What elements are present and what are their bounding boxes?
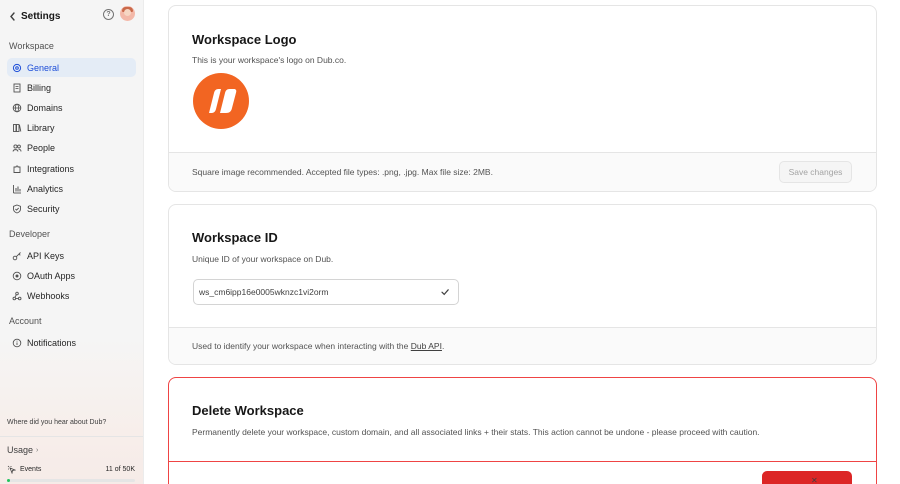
card-description: This is your workspace's logo on Dub.co.	[192, 55, 347, 65]
sidebar-item-label: Integrations	[27, 163, 75, 174]
chart-icon	[11, 183, 22, 194]
sidebar-item-security[interactable]: Security	[7, 199, 136, 218]
copied-check-icon[interactable]	[440, 287, 450, 297]
workspace-logo-card: Workspace Logo This is your workspace's …	[168, 5, 877, 192]
events-count: 11 of 50K	[105, 466, 135, 473]
id-footer-text: Used to identify your workspace when int…	[192, 341, 444, 351]
card-title: Workspace ID	[192, 230, 278, 245]
sidebar-item-label: General	[27, 62, 60, 73]
receipt-icon	[11, 82, 22, 93]
sidebar-title: Settings	[21, 10, 61, 22]
events-progress-bar	[7, 479, 135, 482]
events-progress-fill	[7, 479, 10, 482]
close-icon[interactable]: ✕	[811, 476, 818, 484]
sidebar-item-billing[interactable]: Billing	[7, 78, 136, 97]
help-icon[interactable]: ?	[103, 9, 114, 20]
avatar[interactable]	[120, 6, 135, 21]
workspace-id-card: Workspace ID Unique ID of your workspace…	[168, 204, 877, 365]
section-account: Account	[9, 316, 42, 326]
settings-sidebar: Settings ? Workspace General Billing Dom…	[0, 0, 144, 484]
sidebar-divider	[0, 436, 143, 437]
section-developer: Developer	[9, 229, 51, 239]
chevron-right-icon: ›	[36, 446, 39, 454]
dub-api-link[interactable]: Dub API	[411, 341, 442, 351]
section-workspace: Workspace	[9, 41, 54, 51]
sidebar-item-label: Webhooks	[27, 290, 70, 301]
users-icon	[11, 142, 22, 153]
sidebar-item-label: People	[27, 142, 56, 153]
sidebar-item-label: Security	[27, 203, 60, 214]
back-chevron-icon[interactable]	[7, 10, 17, 22]
oauth-icon	[11, 270, 22, 281]
sidebar-item-label: Library	[27, 122, 55, 133]
events-label: Events	[20, 466, 42, 473]
card-footer	[169, 461, 876, 484]
save-changes-button[interactable]: Save changes	[779, 161, 852, 183]
sidebar-item-label: Billing	[27, 82, 52, 93]
sidebar-item-people[interactable]: People	[7, 138, 136, 157]
settings-main: Workspace Logo This is your workspace's …	[144, 0, 900, 484]
sidebar-item-label: Notifications	[27, 337, 77, 348]
sidebar-item-label: OAuth Apps	[27, 270, 76, 281]
sidebar-item-general[interactable]: General	[7, 58, 136, 77]
card-description: Unique ID of your workspace on Dub.	[192, 254, 334, 264]
usage-events-row: Events 11 of 50K	[7, 465, 135, 475]
sidebar-item-webhooks[interactable]: Webhooks	[7, 286, 136, 305]
workspace-logo-upload[interactable]	[193, 73, 249, 129]
card-footer: Square image recommended. Accepted file …	[169, 152, 876, 191]
referral-prompt[interactable]: Where did you hear about Dub?	[7, 419, 106, 426]
delete-workspace-button[interactable]	[762, 471, 852, 484]
puzzle-icon	[11, 163, 22, 174]
sidebar-item-label: API Keys	[27, 250, 65, 261]
workspace-id-field[interactable]: ws_cm6ipp16e0005wknzc1vi2orm	[193, 279, 459, 305]
sidebar-item-notifications[interactable]: Notifications	[7, 333, 136, 352]
card-title: Delete Workspace	[192, 403, 304, 418]
usage-label: Usage	[7, 445, 34, 455]
gear-icon	[11, 62, 22, 73]
info-icon	[11, 337, 22, 348]
sidebar-item-label: Analytics	[27, 183, 64, 194]
sidebar-item-label: Domains	[27, 102, 63, 113]
logo-footer-text: Square image recommended. Accepted file …	[192, 167, 493, 177]
sidebar-header: Settings ?	[7, 6, 135, 23]
id-footer-prefix: Used to identify your workspace when int…	[192, 341, 409, 351]
cursor-rays-icon	[7, 465, 17, 475]
card-footer: Used to identify your workspace when int…	[169, 327, 876, 364]
sidebar-item-oauth-apps[interactable]: OAuth Apps	[7, 266, 136, 285]
dub-logo-icon	[209, 89, 237, 113]
key-icon	[11, 250, 22, 261]
sidebar-item-domains[interactable]: Domains	[7, 98, 136, 117]
card-description: Permanently delete your workspace, custo…	[192, 427, 760, 437]
sidebar-item-analytics[interactable]: Analytics	[7, 179, 136, 198]
sidebar-item-library[interactable]: Library	[7, 118, 136, 137]
sidebar-item-integrations[interactable]: Integrations	[7, 159, 136, 178]
delete-workspace-card: Delete Workspace Permanently delete your…	[168, 377, 877, 484]
sidebar-item-api-keys[interactable]: API Keys	[7, 246, 136, 265]
id-footer-suffix: .	[441, 341, 445, 351]
shield-icon	[11, 203, 22, 214]
workspace-id-value: ws_cm6ipp16e0005wknzc1vi2orm	[199, 287, 329, 297]
webhook-icon	[11, 290, 22, 301]
usage-toggle[interactable]: Usage ›	[7, 445, 38, 455]
book-icon	[11, 122, 22, 133]
globe-icon	[11, 102, 22, 113]
card-title: Workspace Logo	[192, 32, 297, 47]
